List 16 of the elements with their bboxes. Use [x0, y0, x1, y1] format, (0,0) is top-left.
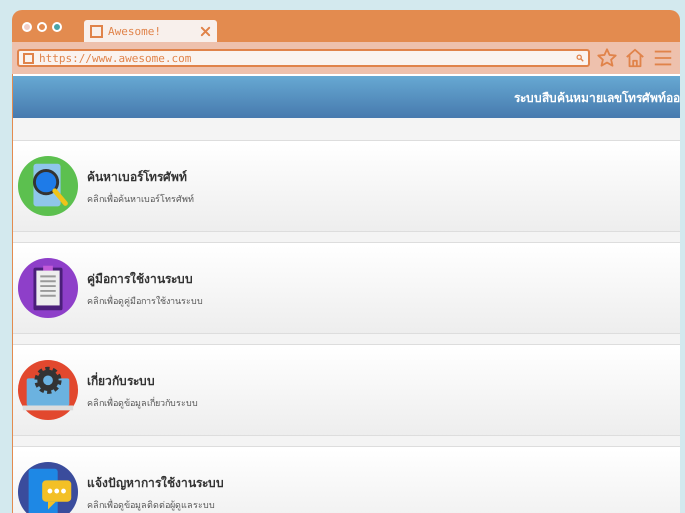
menu-item-subtitle: คลิกเพื่อดูข้อมูลติดต่อผู้ดูแลระบบ [87, 498, 216, 512]
menu-item-subtitle: คลิกเพื่อดูคู่มือการใช้งานระบบ [87, 294, 203, 308]
menu-item-title: ค้นหาเบอร์โทรศัพท์ [87, 168, 188, 186]
menu-item-title: เกี่ยวกับระบบ [87, 371, 156, 390]
page-icon [90, 24, 103, 38]
star-icon[interactable] [596, 47, 618, 69]
menu-item-title: แจ้งปัญหาการใช้งานระบบ [87, 474, 224, 492]
menu-item-subtitle: คลิกเพื่อดูข้อมูลเกี่ยวกับระบบ [87, 396, 198, 410]
home-icon[interactable] [624, 47, 646, 69]
search-icon[interactable] [576, 54, 584, 62]
menu-item-title: คู่มือการใช้งานระบบ [87, 270, 194, 288]
close-icon[interactable] [200, 26, 211, 36]
tab-title: Awesome! [108, 24, 162, 38]
page-icon [23, 52, 34, 64]
menu-item-subtitle: คลิกเพื่อค้นหาเบอร์โทรศัพท์ [87, 192, 194, 206]
header-title: ระบบสืบค้นหมายเลขโทรศัพท์ออ [514, 90, 680, 106]
